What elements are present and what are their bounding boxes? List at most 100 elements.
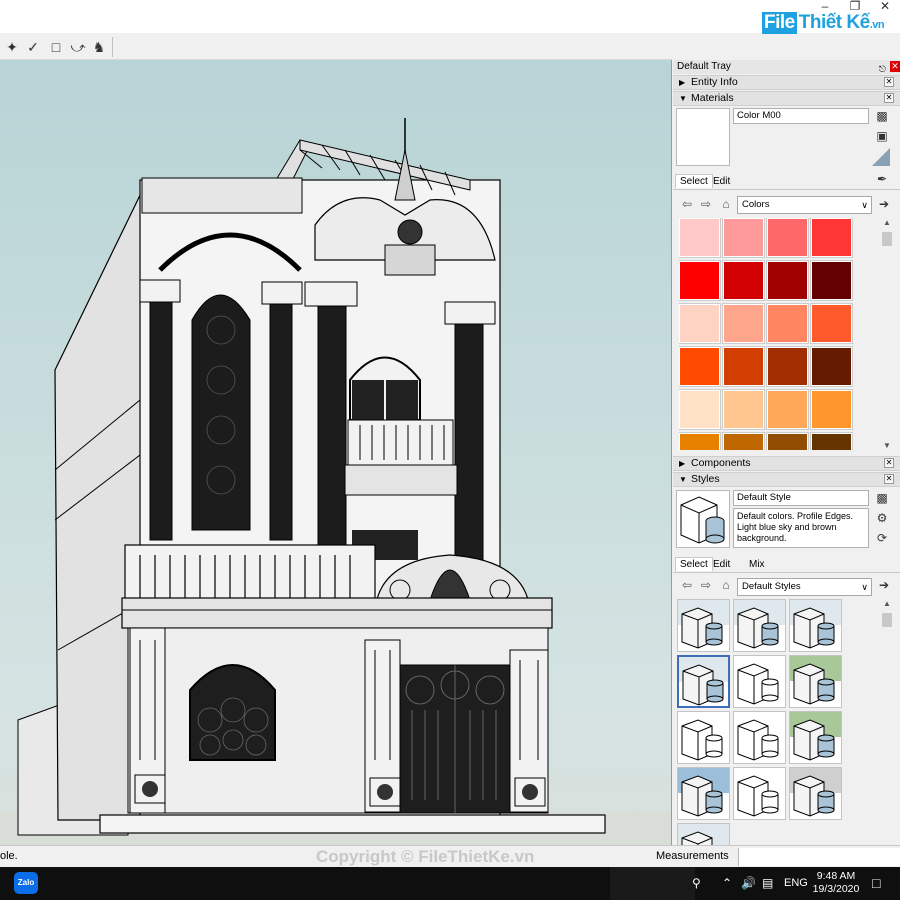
language-indicator[interactable]: ENG (784, 877, 808, 889)
color-swatch[interactable] (810, 260, 853, 301)
styles-tab-edit[interactable]: Edit (709, 558, 734, 572)
section-close-icon[interactable]: ✕ (884, 458, 894, 468)
color-swatch[interactable] (810, 346, 853, 387)
axes-tool-icon[interactable]: ⤻ (68, 37, 88, 57)
color-swatch[interactable] (679, 260, 721, 301)
section-close-icon[interactable]: ✕ (884, 77, 894, 87)
style-description[interactable]: Default colors. Profile Edges. Light blu… (733, 508, 869, 548)
styles-tab-select[interactable]: Select (675, 557, 713, 571)
materials-library-select[interactable]: Colors ∨ (737, 196, 872, 214)
style-thumbnail[interactable] (677, 599, 730, 652)
zalo-app-icon[interactable]: Zalo (14, 872, 38, 894)
style-name-field[interactable]: Default Style (733, 490, 869, 506)
material-name-field[interactable]: Color M00 (733, 108, 869, 124)
color-swatch[interactable] (810, 389, 853, 430)
style-thumbnail[interactable] (733, 655, 786, 708)
style-thumbnail[interactable] (677, 823, 730, 845)
tray-close-icon[interactable]: ✕ (890, 61, 900, 72)
forward-arrow-icon[interactable]: ⇨ (698, 577, 714, 593)
close-icon[interactable]: ✕ (870, 0, 900, 14)
color-swatch[interactable] (679, 346, 721, 387)
color-swatch[interactable] (679, 432, 721, 450)
walk-tool-icon[interactable]: ♞ (89, 37, 109, 57)
network-icon[interactable]: ▤ (762, 876, 773, 890)
style-thumbnail[interactable] (733, 711, 786, 764)
styles-tab-mix[interactable]: Mix (745, 558, 769, 572)
style-thumbnail[interactable] (789, 767, 842, 820)
style-preview (676, 490, 730, 548)
forward-arrow-icon[interactable]: ⇨ (698, 196, 714, 212)
color-swatch[interactable] (766, 389, 809, 430)
color-swatch[interactable] (722, 218, 765, 258)
style-thumbnail[interactable] (733, 767, 786, 820)
show-hidden-icons-icon[interactable]: ⌃ (722, 876, 732, 890)
scroll-up-icon[interactable]: ▲ (880, 218, 894, 227)
color-swatch[interactable] (679, 303, 721, 344)
color-swatch[interactable] (679, 218, 721, 258)
style-thumbnail[interactable] (733, 599, 786, 652)
minimize-icon[interactable]: – (810, 0, 840, 14)
measurements-input[interactable] (738, 848, 900, 866)
home-icon[interactable]: ⌂ (718, 196, 734, 212)
interact-tool-icon[interactable]: ✦ (2, 37, 22, 57)
style-thumbnail[interactable] (677, 711, 730, 764)
notification-icon[interactable]: □ (872, 875, 880, 891)
color-swatch[interactable] (679, 389, 721, 430)
scroll-up-icon[interactable]: ▲ (880, 599, 894, 608)
paint-bucket-tool-icon[interactable]: ✓ (23, 37, 43, 57)
style-thumbnail[interactable] (789, 711, 842, 764)
color-swatch[interactable] (722, 346, 765, 387)
style-thumbnail[interactable] (677, 767, 730, 820)
clock[interactable]: 9:48 AM 19/3/2020 (810, 870, 862, 896)
home-icon[interactable]: ⌂ (718, 577, 734, 593)
details-arrow-icon[interactable]: ➔ (876, 577, 892, 593)
materials-tab-select[interactable]: Select (675, 174, 713, 188)
create-material-icon[interactable]: ▩ (874, 108, 890, 124)
color-swatch[interactable] (722, 432, 765, 450)
color-swatch[interactable] (722, 389, 765, 430)
section-materials[interactable]: ▼ Materials ✕ (673, 91, 900, 106)
section-close-icon[interactable]: ✕ (884, 93, 894, 103)
create-style-icon[interactable]: ▩ (874, 490, 890, 506)
color-swatch[interactable] (810, 218, 853, 258)
update-style-icon[interactable]: ⚙ (874, 510, 890, 526)
swatch-scrollbar[interactable]: ▲ ▼ (880, 218, 894, 450)
style-thumbnail[interactable] (789, 655, 842, 708)
color-swatch[interactable] (722, 303, 765, 344)
section-styles[interactable]: ▼ Styles ✕ (673, 472, 900, 487)
color-swatch[interactable] (810, 432, 853, 450)
materials-tab-edit[interactable]: Edit (709, 175, 734, 189)
color-swatch[interactable] (766, 260, 809, 301)
styles-scrollbar[interactable]: ▲ (880, 599, 894, 845)
back-arrow-icon[interactable]: ⇦ (679, 196, 695, 212)
details-arrow-icon[interactable]: ➔ (876, 196, 892, 212)
logo-text: Thiết Kế (798, 12, 870, 33)
scroll-down-icon[interactable]: ▼ (880, 441, 894, 450)
color-swatch[interactable] (810, 303, 853, 344)
scroll-thumb[interactable] (882, 232, 892, 246)
model-viewport[interactable] (0, 60, 672, 845)
volume-icon[interactable]: 🔊 (741, 876, 756, 890)
copyright-watermark: Copyright © FileThietKe.vn (316, 847, 535, 866)
color-swatch[interactable] (766, 432, 809, 450)
section-components[interactable]: ▶ Components ✕ (673, 456, 900, 471)
style-thumbnail[interactable] (789, 599, 842, 652)
refresh-icon[interactable]: ⟳ (874, 530, 890, 546)
section-entity-info[interactable]: ▶ Entity Info ✕ (673, 75, 900, 90)
sample-paint-icon[interactable]: ▣ (874, 128, 890, 144)
pin-icon[interactable]: ⎋ (879, 62, 886, 76)
back-arrow-icon[interactable]: ⇦ (679, 577, 695, 593)
people-icon[interactable]: ⚲ (692, 876, 701, 890)
eyedropper-icon[interactable]: ✒ (874, 171, 890, 187)
color-swatch[interactable] (766, 346, 809, 387)
text-tool-icon[interactable]: □ (46, 37, 66, 57)
default-material-icon[interactable] (872, 148, 890, 166)
scroll-thumb[interactable] (882, 613, 892, 627)
styles-library-select[interactable]: Default Styles ∨ (737, 578, 872, 596)
restore-icon[interactable]: ❐ (840, 0, 870, 14)
color-swatch[interactable] (766, 218, 809, 258)
color-swatch[interactable] (766, 303, 809, 344)
color-swatch[interactable] (722, 260, 765, 301)
section-close-icon[interactable]: ✕ (884, 474, 894, 484)
style-thumbnail[interactable] (677, 655, 730, 708)
